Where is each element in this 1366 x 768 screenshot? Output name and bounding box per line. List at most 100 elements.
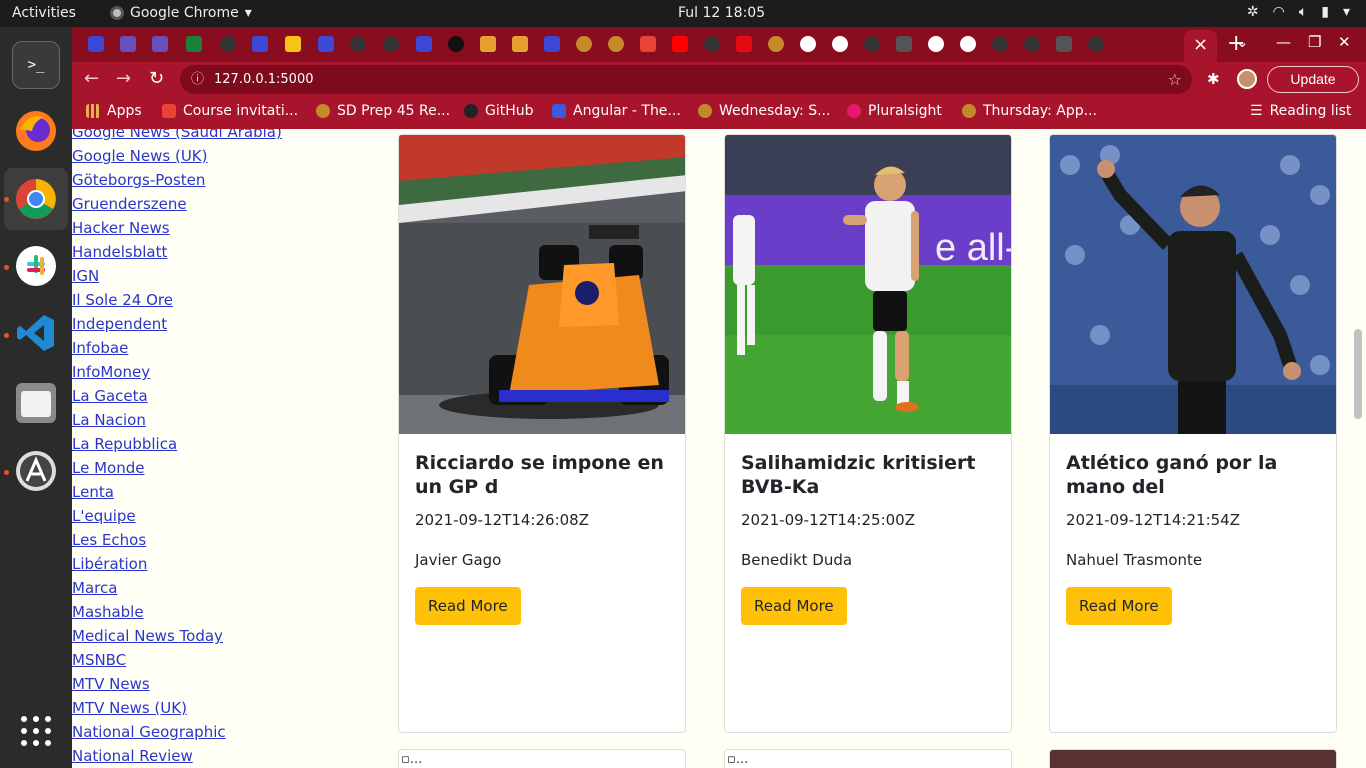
reading-list[interactable]: ☰ Reading list [1250, 103, 1351, 119]
github-icon[interactable] [1024, 36, 1040, 52]
terminal-tab-icon[interactable] [896, 36, 912, 52]
tab-favicon-icon[interactable] [152, 36, 168, 52]
source-link[interactable]: IGN [72, 264, 302, 288]
abc-icon[interactable] [448, 36, 464, 52]
bookmark-item[interactable]: Course invitati... [162, 103, 298, 119]
tab-favicon-icon[interactable] [768, 36, 784, 52]
tab-search-icon[interactable]: ⌄ [1236, 33, 1249, 51]
netflix-icon[interactable] [736, 36, 752, 52]
source-link[interactable]: Lenta [72, 480, 302, 504]
globe-icon[interactable] [960, 36, 976, 52]
firefox-icon[interactable] [12, 107, 60, 155]
read-more-button[interactable]: Read More [741, 587, 847, 625]
source-link[interactable]: La Repubblica [72, 432, 302, 456]
article-image[interactable]: e all- [725, 135, 1011, 434]
github-icon[interactable] [220, 36, 236, 52]
tab-favicon-icon[interactable] [1056, 36, 1072, 52]
bookmark-item[interactable]: Thursday: App... [962, 103, 1097, 119]
source-link[interactable]: Independent [72, 312, 302, 336]
update-button[interactable]: Update [1267, 66, 1359, 93]
chrome-dock-icon[interactable] [4, 168, 68, 230]
close-window-icon[interactable]: ✕ [1338, 33, 1351, 51]
extension-tray-icon[interactable]: ✲ [1247, 4, 1259, 20]
source-link[interactable]: InfoMoney [72, 360, 302, 384]
bookmark-item[interactable]: Wednesday: S... [698, 103, 830, 119]
tab-favicon-icon[interactable] [285, 36, 301, 52]
activities-button[interactable]: Activities [12, 5, 76, 21]
bookmark-item[interactable]: SD Prep 45 Re... [316, 103, 450, 119]
article-image[interactable] [1050, 135, 1336, 434]
page-scrollbar[interactable] [1354, 329, 1362, 419]
source-link[interactable]: Infobae [72, 336, 302, 360]
bookmark-item[interactable]: Angular - The... [552, 103, 681, 119]
system-tray[interactable]: ✲ ◠ 🔈︎ ▮ ▾ [1247, 4, 1350, 20]
source-link[interactable]: National Review [72, 744, 302, 768]
tab-favicon-icon[interactable] [608, 36, 624, 52]
clock[interactable]: Ful 12 18:05 [678, 5, 765, 21]
source-link[interactable]: MTV News (UK) [72, 696, 302, 720]
source-link[interactable]: L'equipe [72, 504, 302, 528]
slack-icon[interactable] [12, 242, 60, 290]
read-more-button[interactable]: Read More [415, 587, 521, 625]
bookmark-star-icon[interactable]: ☆ [1168, 65, 1182, 94]
source-link[interactable]: Hacker News [72, 216, 302, 240]
tab-favicon-icon[interactable] [576, 36, 592, 52]
site-info-icon[interactable]: ⓘ [191, 65, 204, 94]
avatar[interactable] [1237, 69, 1257, 89]
source-link[interactable]: Handelsblatt [72, 240, 302, 264]
close-tab-icon[interactable]: × [1193, 34, 1208, 55]
source-link[interactable]: Il Sole 24 Ore [72, 288, 302, 312]
source-link[interactable]: Göteborgs-Posten [72, 168, 302, 192]
software-center-icon[interactable] [12, 447, 60, 495]
source-link[interactable]: Le Monde [72, 456, 302, 480]
tab-favicon-icon[interactable] [416, 36, 432, 52]
extensions-icon[interactable]: ✱ [1207, 70, 1220, 88]
source-link[interactable]: Google News (Saudi Arabia) [72, 129, 302, 144]
github-icon[interactable] [704, 36, 720, 52]
tab-favicon-icon[interactable] [512, 36, 528, 52]
maximize-icon[interactable]: ❐ [1308, 33, 1321, 51]
vscode-icon[interactable] [12, 309, 60, 357]
bookmark-github[interactable]: GitHub [464, 103, 534, 119]
source-link[interactable]: Medical News Today [72, 624, 302, 648]
globe-icon[interactable] [800, 36, 816, 52]
github-icon[interactable] [864, 36, 880, 52]
github-icon[interactable] [350, 36, 366, 52]
read-more-button[interactable]: Read More [1066, 587, 1172, 625]
address-bar[interactable]: ⓘ 127.0.0.1:5000 ☆ [180, 65, 1192, 94]
tab-favicon-icon[interactable] [480, 36, 496, 52]
gmail-icon[interactable] [640, 36, 656, 52]
terminal-icon[interactable]: >_ [12, 41, 60, 89]
tab-favicon-icon[interactable] [120, 36, 136, 52]
github-icon[interactable] [383, 36, 399, 52]
source-link[interactable]: La Gaceta [72, 384, 302, 408]
github-icon[interactable] [1088, 36, 1104, 52]
app-menu[interactable]: Google Chrome ▾ [110, 5, 252, 21]
tab-favicon-icon[interactable] [544, 36, 560, 52]
tab-favicon-icon[interactable] [318, 36, 334, 52]
active-tab[interactable]: × [1184, 30, 1217, 62]
tab-favicon-icon[interactable] [252, 36, 268, 52]
source-link[interactable]: Libération [72, 552, 302, 576]
github-icon[interactable] [992, 36, 1008, 52]
minimize-icon[interactable]: — [1276, 33, 1291, 51]
source-link[interactable]: Google News (UK) [72, 144, 302, 168]
youtube-icon[interactable] [672, 36, 688, 52]
source-link[interactable]: Mashable [72, 600, 302, 624]
show-apps-icon[interactable] [12, 707, 60, 755]
tab-favicon-icon[interactable] [186, 36, 202, 52]
reload-icon[interactable]: ↻ [149, 68, 164, 89]
source-link[interactable]: Marca [72, 576, 302, 600]
tab-favicon-icon[interactable] [88, 36, 104, 52]
source-link[interactable]: Gruenderszene [72, 192, 302, 216]
bookmark-pluralsight[interactable]: Pluralsight [847, 103, 942, 119]
source-link[interactable]: MTV News [72, 672, 302, 696]
forward-icon[interactable]: → [116, 68, 131, 89]
files-icon[interactable] [12, 379, 60, 427]
back-icon[interactable]: ← [84, 68, 99, 89]
bookmark-apps[interactable]: Apps [86, 103, 142, 119]
globe-icon[interactable] [832, 36, 848, 52]
source-link[interactable]: Les Echos [72, 528, 302, 552]
article-image[interactable] [399, 135, 685, 434]
source-link[interactable]: MSNBC [72, 648, 302, 672]
